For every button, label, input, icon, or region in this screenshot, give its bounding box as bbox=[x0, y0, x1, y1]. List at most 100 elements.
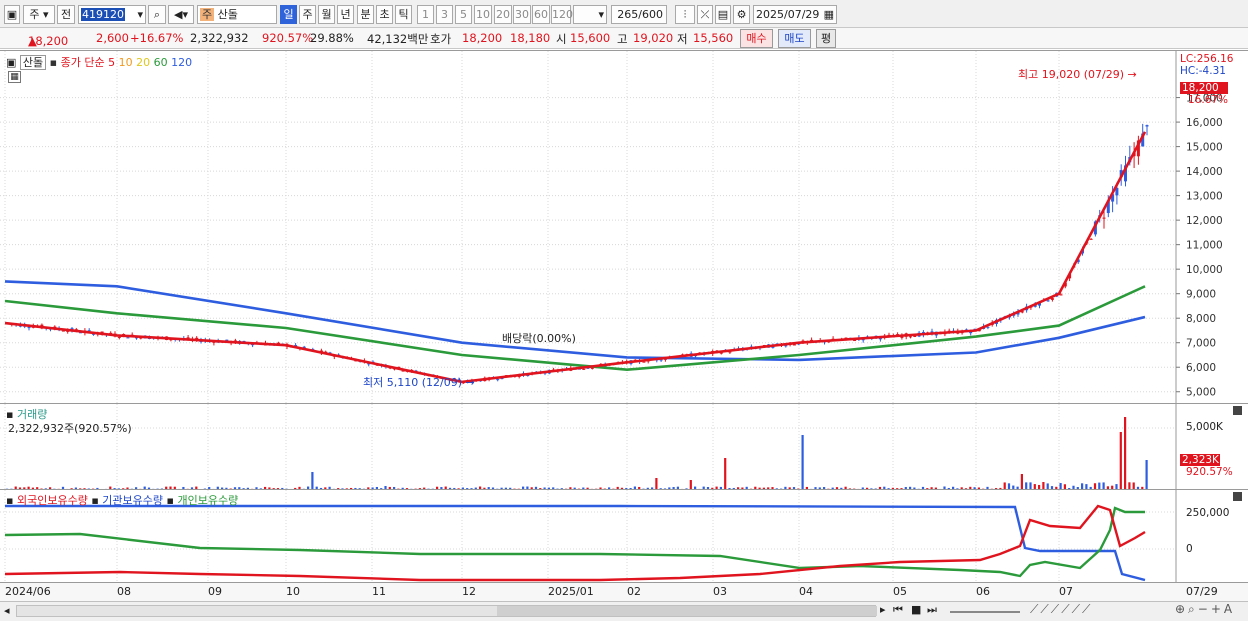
volume-bar bbox=[1124, 417, 1127, 490]
high-note: 최고 19,020 (07/29) → bbox=[1018, 66, 1137, 82]
bar-count: 265 bbox=[617, 8, 639, 21]
x-label: 2025/01 bbox=[548, 585, 594, 598]
forward-icon[interactable]: ⏭ bbox=[927, 603, 937, 617]
legend-ma-5: 5 bbox=[108, 56, 116, 69]
interval-20[interactable]: 20 bbox=[494, 5, 512, 24]
y-tick-label: 10,000 bbox=[1186, 264, 1223, 276]
window-menu-icon[interactable]: ▣ bbox=[4, 5, 20, 24]
candle-body bbox=[1145, 125, 1149, 127]
save-icon[interactable]: ▤ bbox=[715, 5, 731, 24]
sell-button[interactable]: 매도 bbox=[778, 29, 811, 48]
candle-body bbox=[1102, 217, 1106, 219]
rewind-icon[interactable]: ⏮ bbox=[893, 603, 903, 617]
period-day[interactable]: 일 bbox=[280, 5, 297, 24]
x-label: 03 bbox=[713, 585, 727, 598]
arrow-right-icon: → bbox=[1127, 68, 1137, 81]
market-select[interactable]: 주 ▾ bbox=[23, 5, 55, 24]
candle-body bbox=[582, 368, 586, 370]
holding-legend: ▪ 외국인보유수량 ▪ 기관보유수량 ▪ 개인보유수량 bbox=[6, 492, 238, 508]
legend-square-icon: ▣ bbox=[6, 56, 17, 69]
period-month[interactable]: 월 bbox=[318, 5, 335, 24]
volume-ratio: 920.57% bbox=[262, 31, 314, 45]
calculator-icon[interactable]: ▦ bbox=[8, 71, 21, 83]
interval-60[interactable]: 60 bbox=[532, 5, 550, 24]
chevron-down-icon: ▾ bbox=[598, 8, 604, 21]
interval-custom-select[interactable]: ▾ bbox=[573, 5, 607, 24]
low-note-text: 최저 5,110 (12/09) bbox=[363, 376, 463, 389]
interval-1[interactable]: 1 bbox=[417, 5, 434, 24]
volume-bar bbox=[1119, 432, 1122, 490]
lc-value: LC:256.16 bbox=[1180, 53, 1234, 65]
y-tick-label: 7,000 bbox=[1186, 338, 1216, 350]
prev-button[interactable]: 전 bbox=[57, 5, 75, 24]
price-chart[interactable]: 17,00016,00015,00014,00013,00012,00011,0… bbox=[0, 51, 1248, 404]
calendar-icon: ▦ bbox=[823, 8, 834, 21]
price-change-pct: +16.67% bbox=[130, 31, 184, 45]
bar-count-input[interactable]: 265/600 bbox=[611, 5, 667, 24]
eval-button[interactable]: 평 bbox=[816, 29, 836, 48]
candle-body bbox=[1046, 300, 1050, 302]
legend-square-icon: ▪ bbox=[91, 494, 99, 507]
holding-y-tick-0: 0 bbox=[1186, 543, 1193, 555]
scroll-right-icon[interactable]: ▸ bbox=[880, 603, 886, 616]
interval-10[interactable]: 10 bbox=[474, 5, 492, 24]
legend-square-icon: ▪ bbox=[166, 494, 174, 507]
scroll-track[interactable] bbox=[16, 605, 877, 617]
legend-ma-120: 120 bbox=[171, 56, 193, 69]
period-week[interactable]: 주 bbox=[299, 5, 316, 24]
volume-bar bbox=[311, 472, 314, 490]
volume: 2,322,932 bbox=[190, 31, 249, 45]
interval-30[interactable]: 30 bbox=[513, 5, 531, 24]
volume-bar bbox=[724, 458, 727, 490]
interval-5[interactable]: 5 bbox=[455, 5, 472, 24]
candle-icon[interactable]: ⫶ bbox=[675, 5, 695, 24]
arrow-right-icon: → bbox=[465, 376, 475, 389]
low-label: 저 bbox=[677, 32, 688, 46]
tool-icon[interactable]: ⤫ bbox=[697, 5, 713, 24]
close-panel-icon[interactable] bbox=[1233, 492, 1242, 501]
ask-price: 18,200 bbox=[462, 31, 503, 45]
legend-square-icon: ▪ bbox=[6, 494, 14, 507]
scroll-thumb[interactable] bbox=[497, 606, 877, 616]
high-label: 고 bbox=[617, 32, 628, 46]
scroll-left-icon[interactable]: ◂ bbox=[4, 604, 10, 617]
bar-count-max: /600 bbox=[638, 8, 663, 21]
legend-ma-title: 종가 단순 bbox=[60, 56, 105, 69]
volume-chart[interactable] bbox=[0, 404, 1248, 490]
candle-body bbox=[117, 336, 121, 338]
stop-icon[interactable]: ■ bbox=[911, 603, 921, 616]
gear-icon[interactable]: ⚙ bbox=[733, 5, 750, 24]
legend-stock-name[interactable]: 산돌 bbox=[19, 55, 47, 70]
x-label: 02 bbox=[627, 585, 641, 598]
open-label: 시 bbox=[556, 32, 567, 46]
interval-3[interactable]: 3 bbox=[436, 5, 453, 24]
x-label: 2024/06 bbox=[5, 585, 51, 598]
x-label: 05 bbox=[893, 585, 907, 598]
stock-code-input[interactable]: 419120 ▾ bbox=[78, 5, 146, 24]
y-tick-label: 6,000 bbox=[1186, 362, 1216, 374]
volume-value: 2,322,932주(920.57%) bbox=[8, 422, 132, 435]
x-label: 07 bbox=[1059, 585, 1073, 598]
high-price: 19,020 bbox=[633, 31, 674, 45]
period-year[interactable]: 년 bbox=[337, 5, 354, 24]
period-minute[interactable]: 분 bbox=[357, 5, 374, 24]
stock-name-field[interactable]: 주 산돌 bbox=[197, 5, 277, 24]
zoom-slider[interactable] bbox=[950, 611, 1020, 613]
trade-amount: 42,132백만 bbox=[367, 32, 429, 46]
ask-label: 호가 bbox=[430, 32, 452, 46]
last-price-tag: 18,200 bbox=[1180, 82, 1228, 94]
interval-120[interactable]: 120 bbox=[551, 5, 573, 24]
quote-bar: 18,200 ▲ 2,600 +16.67% 2,322,932 920.57%… bbox=[0, 28, 1248, 49]
candle-body bbox=[909, 336, 912, 338]
zoom-tools-icon[interactable]: ⊕⌕−+A bbox=[1175, 602, 1235, 617]
period-second[interactable]: 초 bbox=[376, 5, 393, 24]
sound-icon[interactable]: ◀▾ bbox=[168, 5, 194, 24]
search-icon[interactable]: ⌕ bbox=[148, 5, 166, 24]
drawing-tools-icon[interactable]: ⟋⟋⟋⟋⟋⟋ bbox=[1030, 602, 1092, 617]
period-tick[interactable]: 틱 bbox=[395, 5, 412, 24]
high-note-text: 최고 19,020 (07/29) bbox=[1018, 68, 1125, 81]
date-input[interactable]: 2025/07/29 ▦ bbox=[753, 5, 837, 24]
close-panel-icon[interactable] bbox=[1233, 406, 1242, 415]
buy-button[interactable]: 매수 bbox=[740, 29, 773, 48]
ma-line-120 bbox=[4, 280, 1146, 362]
